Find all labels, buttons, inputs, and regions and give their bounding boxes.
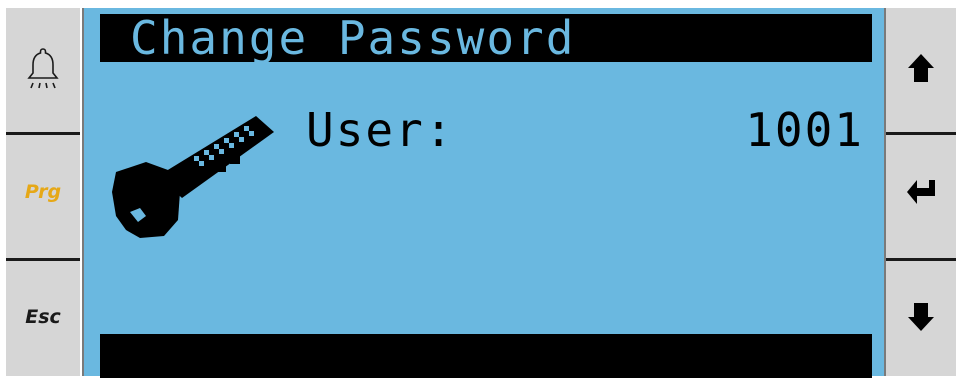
prg-button[interactable]: Prg [6,132,80,252]
lcd-screen: Change Password User: 1001 [82,8,886,378]
esc-button[interactable]: Esc [6,258,80,376]
enter-button[interactable] [886,132,956,252]
bell-icon [27,48,59,89]
arrow-down-icon [908,303,934,331]
down-button[interactable] [886,258,956,376]
title-bar: Change Password [100,11,872,65]
status-bar [100,334,872,378]
prg-button-label: Prg [24,181,62,203]
page-title: Change Password [130,11,576,65]
esc-button-label: Esc [25,306,61,328]
up-button[interactable] [886,8,956,128]
user-label: User: [306,103,455,157]
left-button-panel: Prg Esc [6,8,80,376]
user-value[interactable]: 1001 [745,104,864,156]
right-button-panel [886,8,956,376]
enter-icon [907,180,935,204]
arrow-up-icon [908,54,934,82]
key-icon [112,116,274,238]
alarm-button[interactable] [6,8,80,128]
